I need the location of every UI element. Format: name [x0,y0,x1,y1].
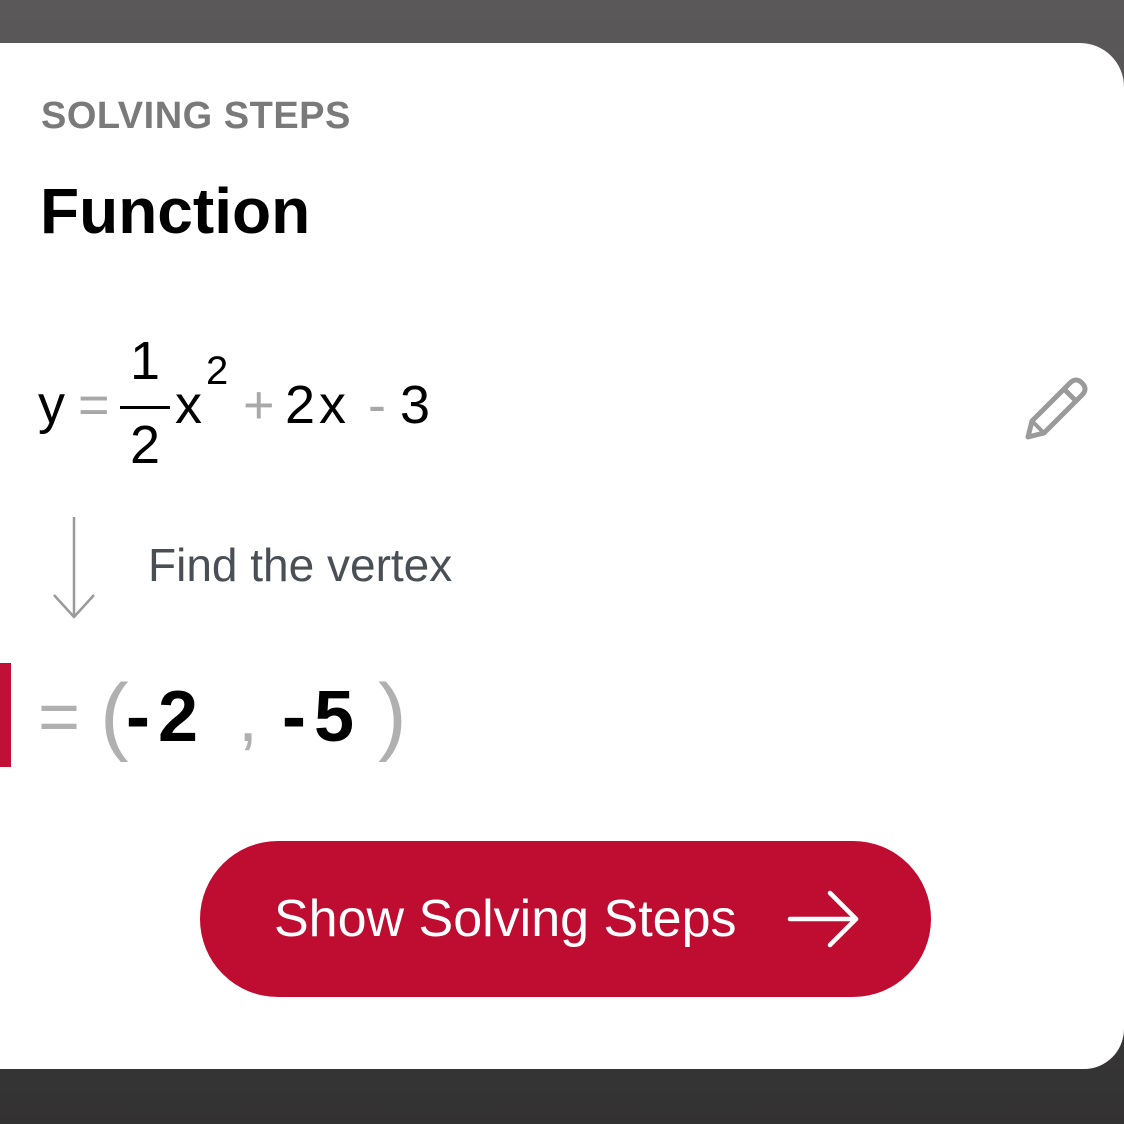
expr-equals: = [78,375,110,435]
result-comma: , [238,677,259,757]
result-marker [0,663,11,767]
section-label: SOLVING STEPS [41,95,351,137]
result-value: = ( -2 , -5 ) [38,663,458,767]
result-y: -5 [282,677,363,757]
expr-plus: + [243,375,275,435]
show-solving-steps-label: Show Solving Steps [274,890,737,948]
expr-variable: x [175,375,202,435]
expr-exponent: 2 [206,349,229,393]
expr-term: 2x [285,375,351,435]
fraction-denominator: 2 [129,415,161,475]
fraction-numerator: 1 [129,331,161,391]
edit-expression-button[interactable] [1018,371,1094,447]
expr-minus: - [368,375,386,435]
expr-lhs: y [38,375,65,435]
result-x: -2 [126,677,207,757]
expr-constant: 3 [400,375,431,435]
step-description: Find the vertex [148,539,453,591]
result-equals: = [38,677,81,757]
arrow-right-icon [787,890,859,948]
input-expression[interactable]: y = 1 2 x 2 + 2x - 3 [38,331,478,483]
solving-steps-card: SOLVING STEPS Function y = 1 2 x 2 + 2x … [0,43,1124,1069]
arrow-down-icon [53,517,95,619]
show-solving-steps-button[interactable]: Show Solving Steps [200,841,931,997]
result-open-paren: ( [100,667,129,763]
result-close-paren: ) [378,667,407,763]
pencil-icon [1025,377,1088,440]
fraction-bar [120,406,170,409]
page-title: Function [40,175,311,247]
